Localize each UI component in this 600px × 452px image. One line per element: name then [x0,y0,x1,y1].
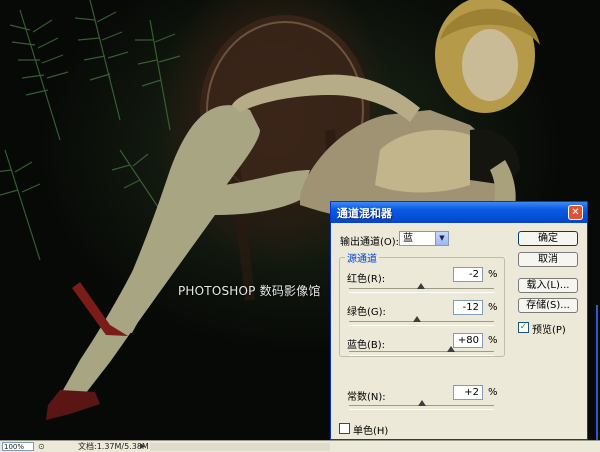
dialog-title: 通道混和器 [337,207,392,220]
output-channel-label: 输出通道(O): [340,237,400,248]
status-bar: 100% ⊙ 文档:1.37M/5.38M ▶ [0,440,600,452]
green-value-input[interactable]: -12 [453,300,483,315]
document-info: 文档:1.37M/5.38M [78,442,149,451]
check-icon: ✓ [519,322,528,332]
constant-value-input[interactable]: +2 [453,385,483,400]
green-slider-thumb[interactable] [413,316,422,322]
source-channels-title: 源通道 [345,250,379,265]
save-button[interactable]: 存储(S)... [518,298,578,313]
window-right-edge [590,200,600,440]
horizontal-scrollbar[interactable] [150,443,330,451]
green-percent: % [488,302,498,313]
constant-slider[interactable] [349,400,494,410]
constant-percent: % [488,387,498,398]
blue-value-input[interactable]: +80 [453,333,483,348]
constant-slider-thumb[interactable] [418,400,427,406]
load-button[interactable]: 载入(L)... [518,278,578,293]
blue-slider[interactable] [349,346,494,356]
green-slider[interactable] [349,316,494,326]
monochrome-label[interactable]: 单色(H) [353,422,388,437]
close-icon: ✕ [571,207,580,218]
monochrome-checkbox[interactable] [339,423,350,434]
face [462,29,518,101]
cancel-button[interactable]: 取消 [518,252,578,267]
preview-checkbox[interactable]: ✓ [518,322,529,333]
ok-button[interactable]: 确定 [518,231,578,246]
watermark-text: PHOTOSHOP 数码影像馆 [178,284,321,298]
blue-label: 蓝色(B): [347,340,386,351]
red-slider[interactable] [349,283,494,293]
close-button[interactable]: ✕ [568,205,583,220]
constant-label: 常数(N): [347,392,386,403]
chevron-down-icon[interactable]: ▼ [435,232,448,245]
channel-mixer-dialog: 通道混和器 ✕ 输出通道(O): 蓝 ▼ 源通道 红色(R): -2 % 绿色(… [330,201,588,440]
red-percent: % [488,269,498,280]
shoe-left [46,390,100,420]
red-slider-thumb[interactable] [416,283,425,289]
blue-percent: % [488,335,498,346]
dialog-title-bar[interactable]: 通道混和器 ✕ [331,202,587,223]
zoom-field[interactable]: 100% [2,442,34,451]
status-nav-icon[interactable]: ⊙ [38,442,45,451]
preview-label[interactable]: 预览(P) [532,321,566,336]
green-label: 绿色(G): [347,307,386,318]
red-value-input[interactable]: -2 [453,267,483,282]
output-channel-value: 蓝 [403,233,413,244]
red-label: 红色(R): [347,274,386,285]
window-scroll-indicator [596,305,598,440]
blue-slider-thumb[interactable] [446,346,455,352]
status-menu-arrow-icon[interactable]: ▶ [140,442,145,450]
output-channel-select[interactable]: 蓝 ▼ [399,231,449,246]
